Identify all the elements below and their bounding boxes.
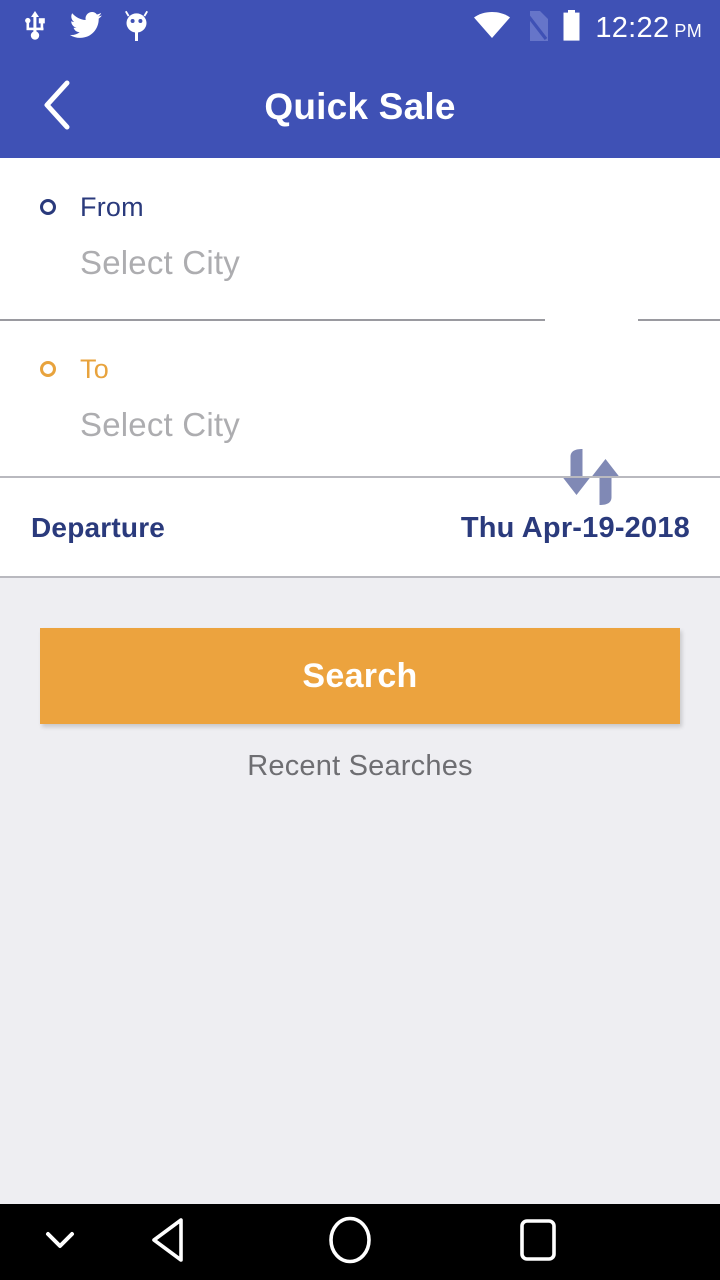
twitter-icon [69,11,102,45]
page-title: Quick Sale [264,86,456,127]
hide-keyboard-button[interactable] [0,1204,120,1280]
departure-row[interactable]: Departure Thu Apr-19-2018 [0,478,720,578]
clock-time: 12:22 [595,11,670,44]
clock-meridiem: PM [674,20,702,41]
usb-icon [22,10,48,46]
departure-date-value[interactable]: Thu Apr-19-2018 [461,512,690,545]
circle-outline-icon [40,199,56,215]
status-bar-clock: 12:22 PM [595,11,702,44]
search-form-card: From Select City To Select City Departur… [0,158,720,578]
nav-back-button[interactable] [110,1204,230,1280]
content-area: Search Recent Searches [0,578,720,1204]
from-label: From [80,192,144,222]
app-bar: Quick Sale [0,56,720,158]
chevron-down-icon [43,1229,77,1256]
to-label: To [80,354,109,384]
to-field[interactable]: To Select City [0,320,720,476]
android-navigation-bar [0,1204,720,1280]
back-triangle-icon [148,1216,192,1269]
recents-square-icon [516,1216,560,1269]
recent-searches-heading: Recent Searches [247,750,473,782]
nav-recents-button[interactable] [478,1204,598,1280]
home-circle-icon [327,1215,373,1270]
circle-outline-icon [40,361,56,377]
wifi-icon [474,11,511,45]
from-field[interactable]: From Select City [0,158,720,320]
to-city-input[interactable]: Select City [80,406,240,444]
search-button[interactable]: Search [40,628,680,724]
departure-label: Departure [31,512,166,543]
from-city-input[interactable]: Select City [80,244,240,282]
battery-icon [562,10,581,46]
phone-screen: 12:22 PM Quick Sale From Select City To … [0,0,720,1280]
no-sim-icon [524,10,549,46]
status-bar-left-icons [22,10,149,47]
status-bar: 12:22 PM [0,0,720,56]
status-bar-right-icons: 12:22 PM [474,10,702,46]
android-bug-icon [124,10,149,47]
nav-home-button[interactable] [290,1204,410,1280]
